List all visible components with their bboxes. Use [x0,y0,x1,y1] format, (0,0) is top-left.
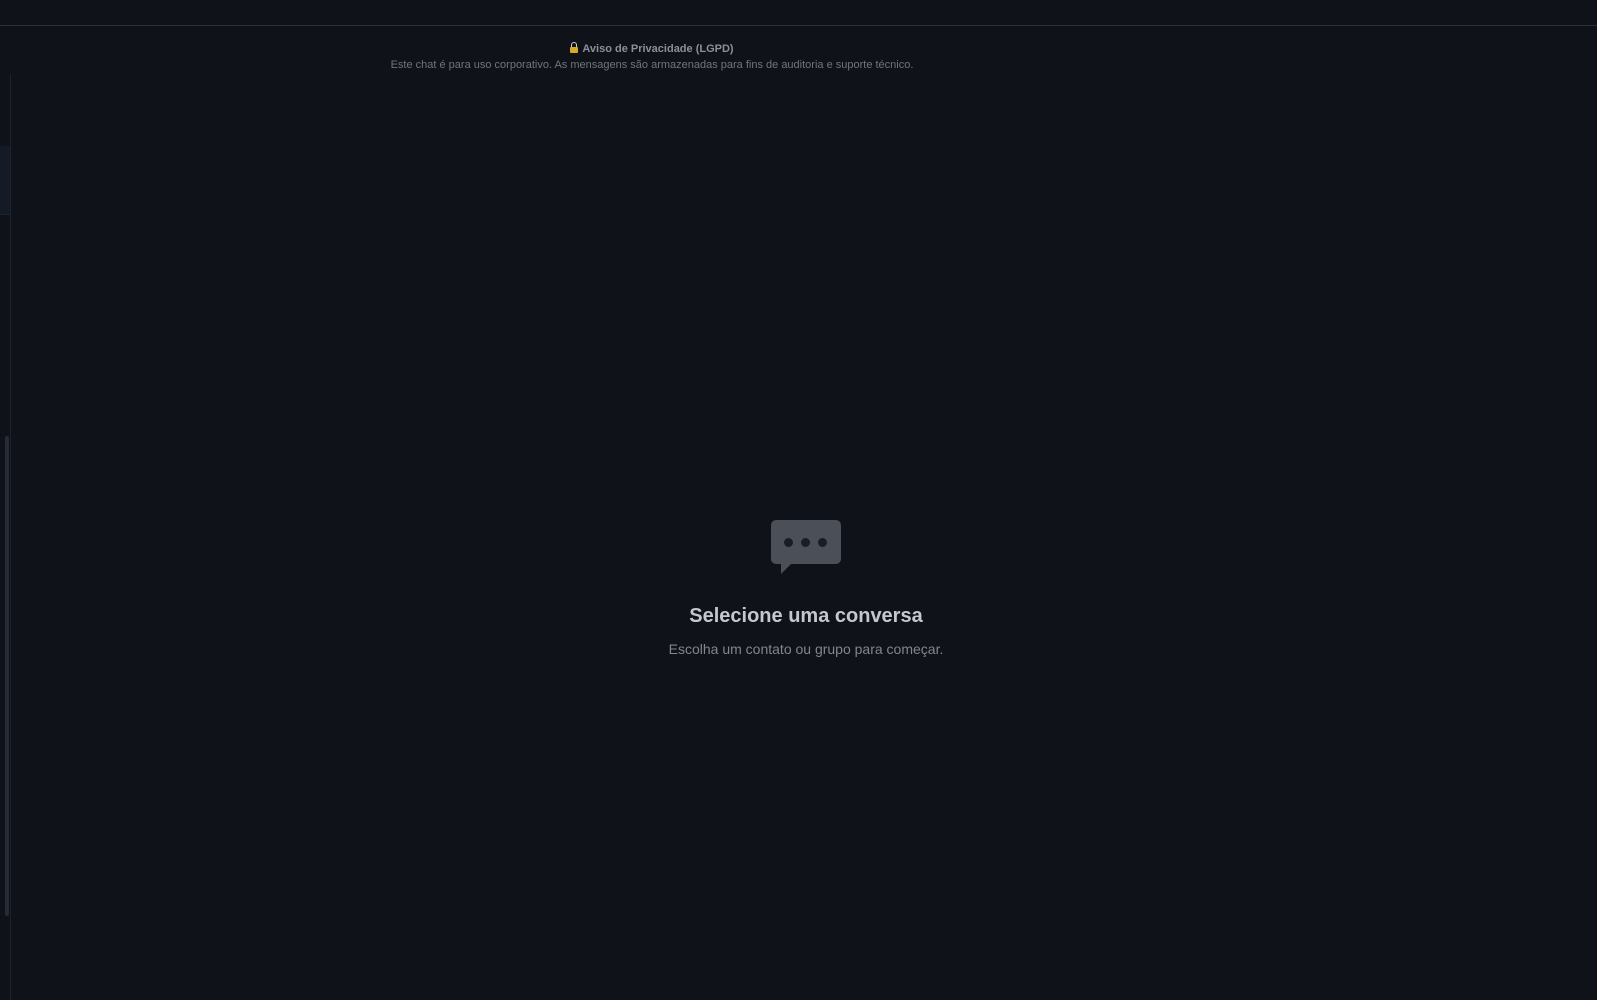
empty-state-subtitle: Escolha um contato ou grupo para começar… [668,641,944,657]
empty-state: Selecione uma conversa Escolha um contat… [556,520,1056,658]
lock-icon [570,42,579,53]
chat-bubble-icon [771,520,841,576]
sidebar-edge [0,74,11,1000]
privacy-notice-text: Este chat é para uso corporativo. As men… [390,59,914,71]
chat-app: Aviso de Privacidade (LGPD) Este chat é … [0,0,1597,1000]
sidebar-scrollbar[interactable] [5,436,9,916]
privacy-notice-title: Aviso de Privacidade (LGPD) [582,43,734,55]
top-bar [0,0,1597,26]
empty-state-title: Selecione uma conversa [689,605,923,627]
sidebar-item[interactable] [0,74,10,147]
sidebar-item-active[interactable] [0,146,10,215]
privacy-notice-title-row: Aviso de Privacidade (LGPD) [352,41,952,57]
privacy-notice: Aviso de Privacidade (LGPD) Este chat é … [352,41,952,73]
